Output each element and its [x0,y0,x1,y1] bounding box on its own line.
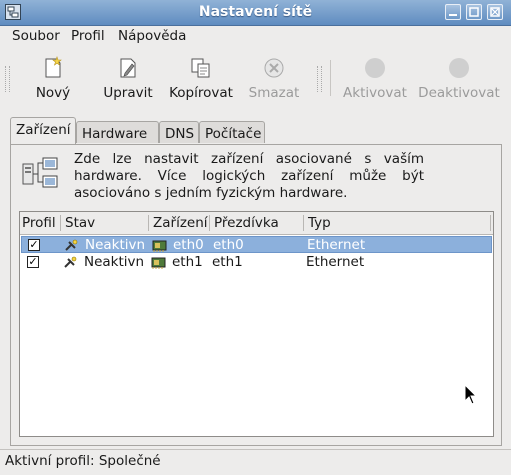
title-bar: Nastavení sítě [0,0,511,26]
ethernet-card-icon [151,257,166,269]
column-header-stav[interactable]: Stav [65,215,95,231]
profile-checkbox[interactable]: ✓ [28,239,40,251]
edit-icon [120,58,136,78]
maximize-icon [469,7,479,17]
column-separator [303,215,304,231]
column-header-profil[interactable]: Profil [22,215,56,231]
type-text: Ethernet [307,237,366,253]
toolbar: Nový Upravit Kopírovat Smazat Aktivovat [0,48,511,110]
minimize-icon [449,14,457,16]
activate-label: Aktivovat [343,85,407,101]
tab-hardware[interactable]: Hardware [76,121,159,143]
description-text: Zde lze nastavit zařízení asociované s v… [74,151,424,201]
tab-pocitace[interactable]: Počítače [199,121,265,143]
delete-icon [264,58,284,78]
status-text: Neaktivn [84,254,145,270]
copy-icon [191,58,210,78]
activate-icon [365,58,385,78]
close-icon [490,7,500,17]
column-header-prezdivka[interactable]: Přezdívka [214,215,279,231]
tab-zarizeni[interactable]: Zařízení [10,117,76,144]
device-list[interactable]: Profil Stav Zařízení Přezdívka Typ ✓ Nea… [19,211,494,437]
menu-profil[interactable]: Profil [71,28,105,44]
status-text: Neaktivn [85,237,146,253]
table-row[interactable]: ✓ Neaktivn eth1 eth1 Ethernet [21,254,492,271]
network-devices-icon [22,157,58,188]
activate-button[interactable]: Aktivovat [342,52,408,108]
tab-dns[interactable]: DNS [159,121,199,143]
delete-button[interactable]: Smazat [246,52,302,108]
maximize-button[interactable] [466,4,482,20]
list-header: Profil Stav Zařízení Přezdívka Typ [20,212,493,235]
mouse-cursor-icon [464,384,478,405]
column-separator [60,215,61,231]
devices-panel: Zde lze nastavit zařízení asociované s v… [10,144,502,446]
active-profile-status: Aktivní profil: Společné [5,453,161,469]
inactive-status-icon [65,239,78,251]
menu-soubor[interactable]: Soubor [12,28,60,44]
deactivate-button[interactable]: Deaktivovat [418,52,500,108]
column-header-typ[interactable]: Typ [308,215,331,231]
ethernet-card-icon [152,240,167,252]
deactivate-icon [449,58,469,78]
toolbar-separator [330,60,331,96]
nickname-text: eth1 [212,254,243,270]
toolbar-grip[interactable] [5,66,10,92]
delete-label: Smazat [248,85,300,101]
nickname-text: eth0 [213,237,244,253]
table-row[interactable]: ✓ Neaktivn eth0 eth0 Ethernet [21,236,492,253]
menu-napoveda[interactable]: Nápověda [118,28,186,44]
column-separator [209,215,210,231]
menu-bar: Soubor Profil Nápověda [0,25,511,48]
close-button[interactable] [487,4,503,20]
copy-button[interactable]: Kopírovat [166,52,236,108]
new-label: Nový [35,85,71,101]
edit-label: Upravit [103,85,153,101]
copy-label: Kopírovat [169,85,233,101]
device-text: eth0 [173,237,204,253]
edit-button[interactable]: Upravit [98,52,158,108]
type-text: Ethernet [306,254,365,270]
inactive-status-icon [64,256,77,268]
new-document-icon [45,56,62,78]
column-header-zarizeni[interactable]: Zařízení [153,215,208,231]
window-title: Nastavení sítě [198,4,313,20]
column-separator [148,215,149,231]
toolbar-grip-2[interactable] [317,66,322,92]
deactivate-label: Deaktivovat [418,85,500,101]
profile-checkbox[interactable]: ✓ [27,256,39,268]
device-text: eth1 [172,254,203,270]
status-bar: Aktivní profil: Společné [0,449,511,475]
column-separator [490,215,491,231]
new-button[interactable]: Nový [28,52,78,108]
minimize-button[interactable] [445,4,461,20]
